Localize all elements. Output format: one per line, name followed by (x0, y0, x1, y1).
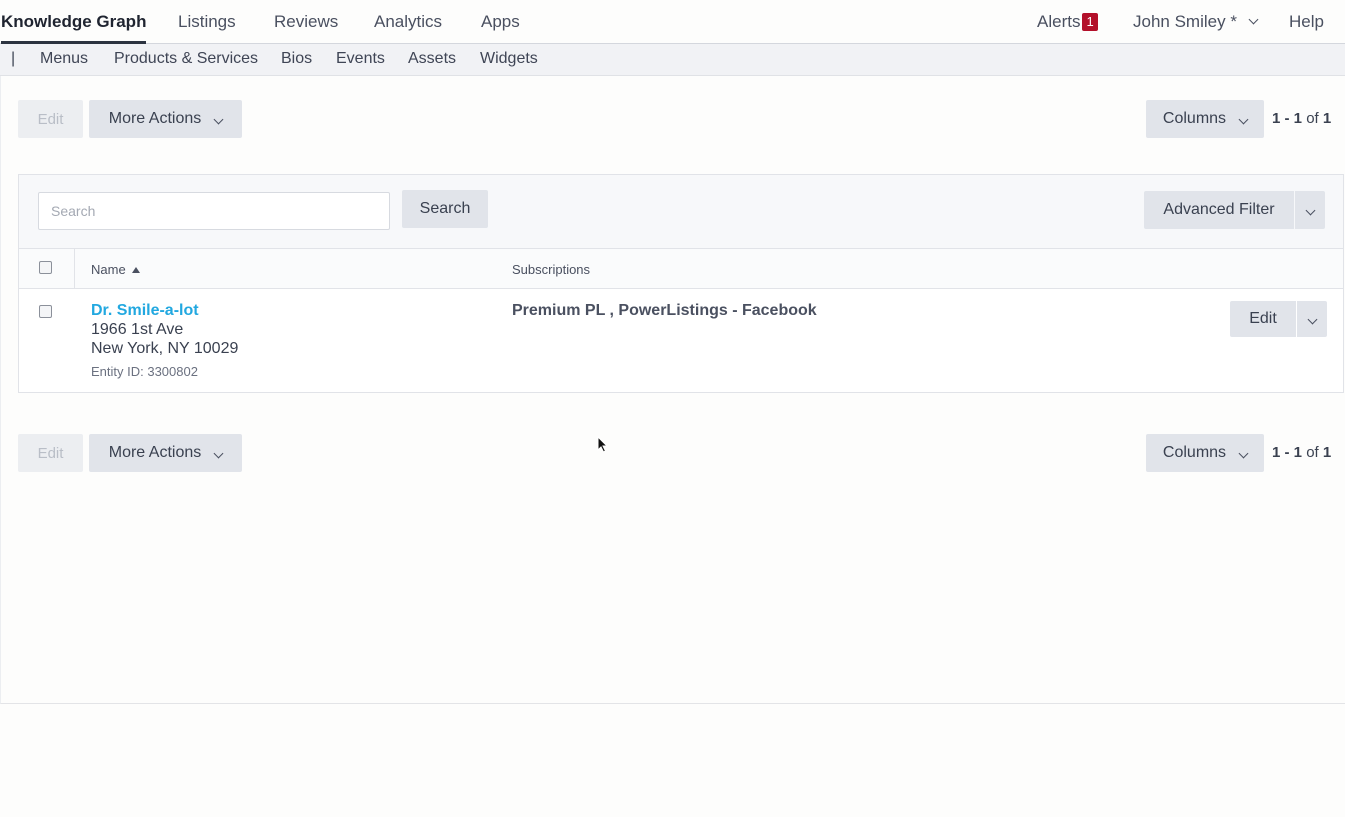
advanced-filter-dropdown[interactable] (1295, 191, 1325, 229)
subnav-item-events[interactable]: Events (336, 50, 385, 68)
table-header: Name Subscriptions (19, 249, 1343, 289)
mouse-cursor-icon (597, 436, 609, 453)
chevron-down-icon (213, 114, 224, 124)
sub-nav: | Menus Products & Services Bios Events … (0, 44, 1345, 76)
pager-total: 1 (1322, 444, 1332, 461)
alerts-count-badge: 1 (1082, 13, 1098, 31)
subnav-separator: | (11, 50, 16, 67)
more-actions-label: More Actions (108, 444, 202, 461)
alerts-label: Alerts (1037, 12, 1081, 31)
search-button[interactable]: Search (402, 190, 488, 228)
advanced-filter-button[interactable]: Advanced Filter (1144, 191, 1294, 229)
entity-name-link[interactable]: Dr. Smile-a-lot (91, 302, 199, 320)
chevron-down-icon (1248, 14, 1259, 25)
help-link[interactable]: Help (1289, 12, 1324, 32)
tab-listings[interactable]: Listings (178, 12, 236, 44)
column-header-name-label: Name (91, 262, 126, 277)
pager-total: 1 (1322, 110, 1332, 127)
column-header-subscriptions: Subscriptions (512, 262, 591, 277)
sort-ascending-icon (131, 267, 140, 273)
entity-address-line2: New York, NY 10029 (91, 340, 239, 357)
pagination-bottom: 1 - 1 of 1 (1272, 444, 1331, 461)
more-actions-label: More Actions (108, 110, 202, 127)
entity-id: Entity ID: 3300802 (91, 364, 198, 379)
columns-button-bottom[interactable]: Columns (1146, 434, 1264, 472)
edit-button-top[interactable]: Edit (18, 100, 83, 138)
columns-label: Columns (1162, 110, 1227, 127)
select-all-checkbox[interactable] (39, 261, 52, 274)
pagination-top: 1 - 1 of 1 (1272, 110, 1331, 127)
chevron-down-icon (1307, 314, 1317, 324)
chevron-down-icon (1238, 114, 1249, 124)
more-actions-button-bottom[interactable]: More Actions (89, 434, 242, 472)
alerts-link[interactable]: Alerts 1 (1037, 12, 1098, 32)
columns-label: Columns (1162, 444, 1227, 461)
pager-of: of (1306, 444, 1319, 461)
column-header-name[interactable]: Name (91, 262, 140, 277)
columns-button-top[interactable]: Columns (1146, 100, 1264, 138)
user-name: John Smiley * (1133, 12, 1237, 31)
entity-table-panel: Search Advanced Filter Name Subscription… (18, 174, 1344, 393)
entity-subscriptions: Premium PL , PowerListings - Facebook (512, 302, 817, 319)
pager-range: 1 - 1 (1272, 110, 1303, 127)
row-checkbox[interactable] (39, 305, 52, 318)
more-actions-button-top[interactable]: More Actions (89, 100, 242, 138)
chevron-down-icon (1305, 205, 1315, 215)
entity-address-line1: 1966 1st Ave (91, 321, 184, 338)
filter-bar: Search Advanced Filter (19, 175, 1343, 249)
chevron-down-icon (213, 448, 224, 458)
subnav-item-assets[interactable]: Assets (408, 50, 456, 68)
chevron-down-icon (1238, 448, 1249, 458)
tab-reviews[interactable]: Reviews (274, 12, 338, 44)
user-menu[interactable]: John Smiley * (1133, 12, 1259, 32)
column-divider (74, 249, 75, 289)
tab-knowledge-graph[interactable]: Knowledge Graph (1, 12, 147, 44)
search-input[interactable] (38, 192, 390, 230)
row-edit-button[interactable]: Edit (1230, 301, 1296, 337)
row-actions-dropdown[interactable] (1297, 301, 1327, 337)
subnav-item-bios[interactable]: Bios (281, 50, 312, 68)
pager-range: 1 - 1 (1272, 444, 1303, 461)
subnav-item-products-services[interactable]: Products & Services (114, 50, 258, 68)
subnav-item-widgets[interactable]: Widgets (480, 50, 538, 68)
edit-button-bottom[interactable]: Edit (18, 434, 83, 472)
subnav-item-menus[interactable]: Menus (40, 50, 88, 68)
pager-of: of (1306, 110, 1319, 127)
top-nav: Knowledge Graph Listings Reviews Analyti… (0, 0, 1345, 44)
tab-analytics[interactable]: Analytics (374, 12, 442, 44)
tab-apps[interactable]: Apps (481, 12, 520, 44)
